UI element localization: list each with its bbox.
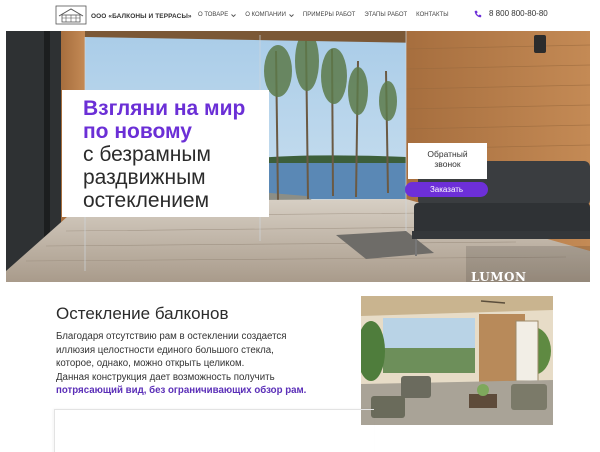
nav-item-label: О КОМПАНИИ	[245, 12, 286, 18]
callback-box: Обратный звонок	[408, 143, 487, 179]
hero-headline-line: с безрамным	[83, 143, 211, 166]
nav-item-stages[interactable]: ЭТАПЫ РАБОТ	[364, 12, 407, 18]
company-name: ООО «БАЛКОНЫ И ТЕРРАСЫ»	[91, 13, 192, 20]
house-logo-icon[interactable]	[55, 5, 87, 25]
hero-banner: Взгляни на мир по новому с безрамным раз…	[6, 31, 590, 282]
balcony-image	[361, 296, 553, 425]
form-frame	[54, 409, 374, 452]
nav-item-contacts[interactable]: КОНТАКТЫ	[416, 12, 448, 18]
section-body: Благодаря отсутствию рам в остеклении со…	[56, 330, 356, 398]
section-title: Остекление балконов	[56, 304, 229, 323]
nav-item-product[interactable]: О ТОВАРЕ	[198, 12, 237, 18]
nav-item-label: КОНТАКТЫ	[416, 12, 449, 18]
header: ООО «БАЛКОНЫ И ТЕРРАСЫ» О ТОВАРЕ О КОМПА…	[0, 0, 600, 31]
phone-icon	[474, 10, 482, 17]
callback-label-line1: Обратный	[427, 149, 468, 159]
hero-headline-line: Взгляни на мир	[83, 97, 246, 120]
nav-item-label: ЭТАПЫ РАБОТ	[364, 12, 408, 18]
hero-headline-line: остеклением	[83, 189, 210, 212]
body-line: иллюзия целостности единого большого сте…	[56, 344, 274, 356]
chevron-down-icon	[231, 13, 237, 17]
phone-number: 8 800 800-80-80	[489, 9, 548, 18]
body-line: Данная конструкция дает возможность полу…	[56, 371, 275, 383]
nav-item-label: О ТОВАРЕ	[198, 12, 229, 18]
hero-headline-line: раздвижным	[83, 166, 206, 189]
nav-item-works[interactable]: ПРИМЕРЫ РАБОТ	[303, 12, 355, 18]
callback-label-line2: звонок	[434, 159, 461, 169]
body-line: которое, однако, можно открыть целиком.	[56, 358, 245, 370]
main-nav: О ТОВАРЕ О КОМПАНИИ ПРИМЕРЫ РАБОТ ЭТАПЫ …	[198, 12, 458, 18]
body-line: Благодаря отсутствию рам в остеклении со…	[56, 331, 287, 342]
nav-item-label: ПРИМЕРЫ РАБОТ	[302, 12, 356, 18]
brand-logo: LUMON	[471, 270, 527, 282]
body-highlight: потрясающий вид, без ограничивающих обзо…	[56, 385, 307, 397]
hero-headline-line: по новому	[83, 120, 192, 143]
balcony-photo	[361, 296, 553, 425]
phone-link[interactable]: 8 800 800-80-80	[474, 9, 548, 18]
chevron-down-icon	[289, 13, 294, 17]
hero-headline-card: Взгляни на мир по новому с безрамным раз…	[62, 90, 269, 217]
nav-item-company[interactable]: О КОМПАНИИ	[245, 12, 294, 18]
order-button[interactable]: Заказать	[405, 182, 488, 197]
